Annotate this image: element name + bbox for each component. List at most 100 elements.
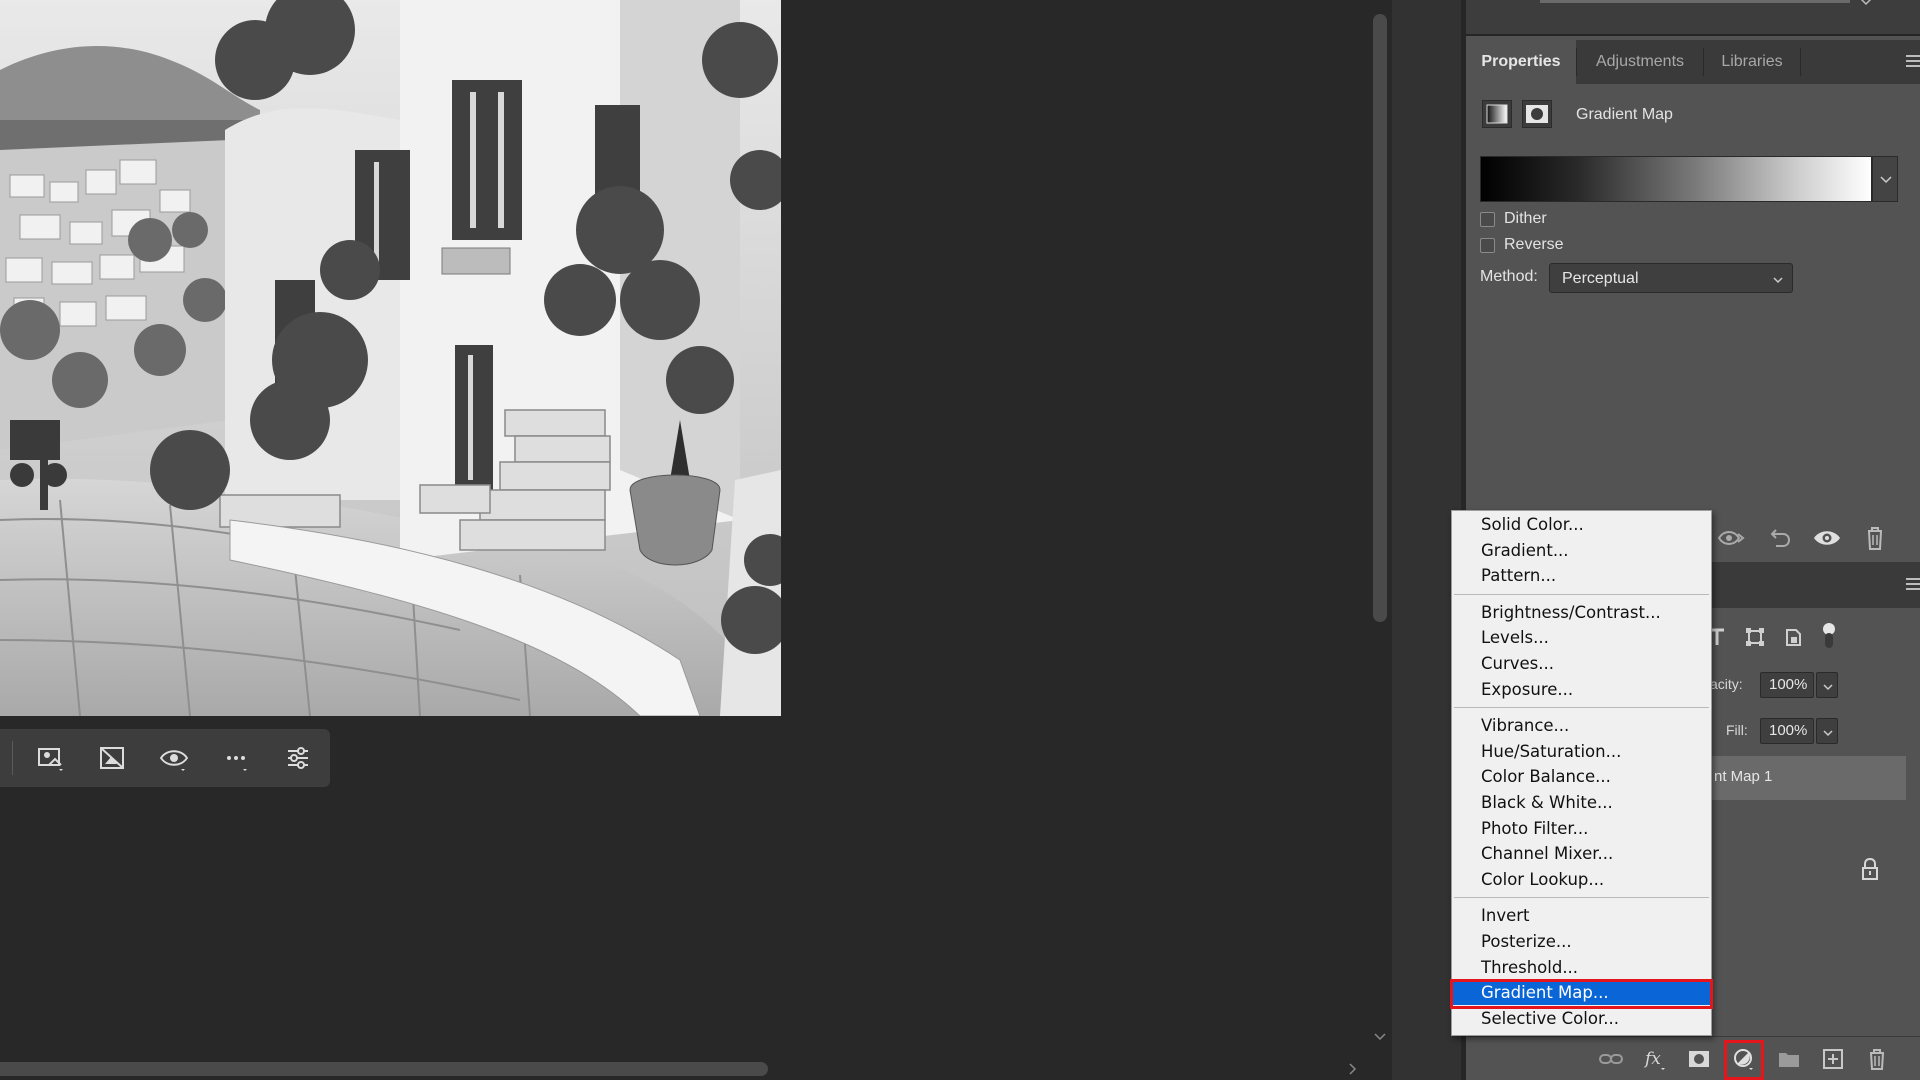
new-layer-button[interactable] [1818,1046,1848,1072]
menu-item-threshold[interactable]: Threshold... [1452,955,1711,980]
chevron-down-icon[interactable] [1858,0,1874,10]
panel-menu-icon[interactable] [1906,578,1920,592]
delete-layer-button[interactable] [1862,1046,1892,1072]
lock-icon [1862,858,1878,880]
sliders-icon [288,747,308,769]
no-image-icon [100,747,124,769]
visibility-button[interactable] [154,740,194,776]
fill-input[interactable]: 100% [1760,718,1814,744]
menu-item-vibrance[interactable]: Vibrance... [1452,713,1711,738]
menu-item-brightness-contrast[interactable]: Brightness/Contrast... [1452,600,1711,625]
tab-adjustments[interactable]: Adjustments [1577,40,1703,84]
link-layers-button[interactable] [1596,1046,1626,1072]
dither-label: Dither [1504,210,1547,227]
menu-separator [1454,707,1709,709]
chevron-down-icon [1773,277,1783,284]
clip-to-layer-button[interactable] [1716,524,1746,552]
new-group-button[interactable] [1774,1046,1804,1072]
adjustment-button-highlight [1724,1040,1764,1080]
tab-separator [1800,48,1801,76]
menu-item-invert[interactable]: Invert [1452,903,1711,928]
horizontal-scrollbar[interactable] [0,1058,1368,1080]
fx-icon: fx [1643,1049,1665,1070]
horizontal-scrollbar-thumb[interactable] [0,1062,768,1076]
remove-background-button[interactable] [92,740,132,776]
fill-label: Fill: [1726,722,1748,738]
vertical-scrollbar[interactable] [1368,0,1392,1058]
menu-item-hue-saturation[interactable]: Hue/Saturation... [1452,739,1711,764]
add-mask-button[interactable] [1684,1046,1714,1072]
taskbar-edge [12,741,13,775]
menu-item-solid-color[interactable]: Solid Color... [1452,512,1711,537]
chevron-down-icon[interactable] [1372,1028,1388,1044]
dither-checkbox[interactable] [1480,212,1495,227]
panel-strip-bar [1540,0,1850,3]
opacity-input[interactable]: 100% [1760,672,1814,698]
more-icon [227,756,247,771]
menu-separator [1454,897,1709,899]
menu-item-photo-filter[interactable]: Photo Filter... [1452,816,1711,841]
chevron-right-icon[interactable] [1344,1061,1360,1077]
contextual-task-bar [0,729,330,787]
menu-item-exposure[interactable]: Exposure... [1452,677,1711,702]
method-value: Perceptual [1562,270,1639,287]
adjustment-layer-icon[interactable] [1482,100,1512,128]
chevron-down-icon [1880,176,1892,184]
menu-item-black-white[interactable]: Black & White... [1452,790,1711,815]
menu-item-color-lookup[interactable]: Color Lookup... [1452,867,1711,892]
opacity-label: acity: [1710,676,1743,692]
menu-item-curves[interactable]: Curves... [1452,651,1711,676]
reset-button[interactable] [1764,524,1794,552]
folder-icon [1779,1053,1799,1067]
tab-properties[interactable]: Properties [1466,40,1576,84]
menu-item-channel-mixer[interactable]: Channel Mixer... [1452,841,1711,866]
opacity-dropdown[interactable] [1816,672,1838,698]
menu-item-pattern[interactable]: Pattern... [1452,563,1711,588]
photoshop-workspace: Properties Adjustments Libraries Gradien… [0,0,1920,1080]
layer-mask-icon[interactable] [1522,100,1552,128]
properties-tab-bar: Properties Adjustments Libraries [1466,40,1920,84]
reverse-label: Reverse [1504,236,1564,253]
taskbar-settings-button[interactable] [278,740,318,776]
gradient-map-highlight [1450,979,1713,1009]
vertical-scrollbar-thumb[interactable] [1373,14,1387,622]
tab-libraries[interactable]: Libraries [1704,40,1800,84]
gradient-preview[interactable] [1480,156,1872,202]
panel-menu-icon[interactable] [1906,55,1920,69]
menu-item-posterize[interactable]: Posterize... [1452,929,1711,954]
svg-text:fx: fx [1643,1049,1661,1069]
reverse-checkbox[interactable] [1480,238,1495,253]
shape-filter-icon[interactable] [1744,626,1766,648]
layers-footer-toolbar: fx [1466,1036,1920,1080]
collapsed-panel-strip [1466,0,1920,36]
menu-item-selective-color[interactable]: Selective Color... [1452,1006,1711,1031]
mask-icon [1689,1051,1709,1067]
eye-clip-icon [1717,531,1745,545]
canvas-artwork [0,0,781,716]
toggle-visibility-button[interactable] [1812,524,1842,552]
menu-item-levels[interactable]: Levels... [1452,625,1711,650]
chevron-down-icon [1823,684,1833,691]
trash-icon [1868,527,1882,550]
filter-toggle-icon[interactable] [1820,622,1838,650]
layer-name[interactable]: nt Map 1 [1714,768,1772,785]
menu-item-gradient[interactable]: Gradient... [1452,538,1711,563]
eye-icon [1814,531,1840,545]
properties-title: Gradient Map [1576,106,1673,123]
more-options-button[interactable] [216,740,256,776]
image-mask-icon [38,748,63,771]
trash-icon [1870,1049,1884,1070]
fill-dropdown[interactable] [1816,718,1838,744]
menu-item-color-balance[interactable]: Color Balance... [1452,764,1711,789]
new-adjustment-layer-menu: Solid Color... Gradient... Pattern... Brigh… [1451,510,1712,1036]
select-subject-button[interactable] [30,740,70,776]
delete-adjustment-button[interactable] [1860,524,1890,552]
chevron-down-icon [1823,730,1833,737]
method-select[interactable]: Perceptual [1549,263,1793,293]
smart-object-filter-icon[interactable] [1782,626,1804,648]
document-canvas[interactable] [0,0,781,716]
method-label: Method: [1480,268,1538,285]
layer-style-button[interactable]: fx [1640,1046,1670,1072]
gradient-picker-dropdown[interactable] [1872,156,1898,202]
link-icon [1599,1054,1623,1064]
